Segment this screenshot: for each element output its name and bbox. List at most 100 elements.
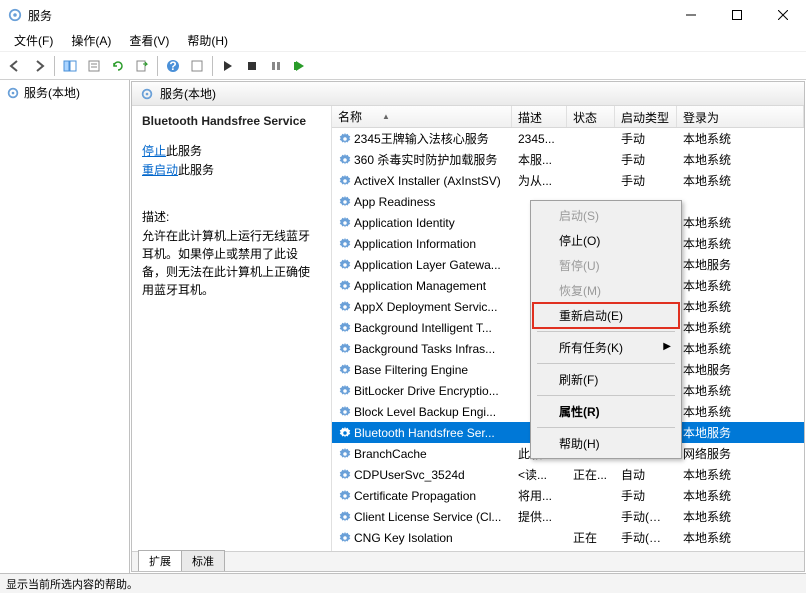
tabs-bar: 扩展 标准 bbox=[132, 551, 804, 571]
service-row[interactable]: Client License Service (Cl...提供...手动(触发.… bbox=[332, 506, 804, 527]
toolbar-separator bbox=[54, 56, 55, 76]
cell-desc: <读... bbox=[512, 466, 567, 483]
cell-name: 2345王牌输入法核心服务 bbox=[332, 130, 512, 147]
col-status[interactable]: 状态 bbox=[567, 106, 615, 127]
service-row[interactable]: CNG Key Isolation正在手动(触发本地系统 bbox=[332, 527, 804, 548]
show-hide-tree-button[interactable] bbox=[59, 55, 81, 77]
menu-bar: 文件(F) 操作(A) 查看(V) 帮助(H) bbox=[0, 30, 806, 52]
stop-service-line: 停止此服务 bbox=[142, 142, 321, 159]
ctx-properties[interactable]: 属性(R) bbox=[533, 399, 679, 424]
cell-logon: 本地系统 bbox=[677, 172, 804, 189]
start-service-button[interactable] bbox=[217, 55, 239, 77]
service-name-text: App Readiness bbox=[354, 195, 435, 209]
stop-suffix: 此服务 bbox=[166, 144, 202, 158]
services-icon bbox=[6, 86, 20, 100]
cell-startup: 手动 bbox=[615, 172, 677, 189]
service-row[interactable]: Certificate Propagation将用...手动本地系统 bbox=[332, 485, 804, 506]
tab-extended[interactable]: 扩展 bbox=[138, 550, 182, 571]
ctx-all-tasks[interactable]: 所有任务(K)▶ bbox=[533, 335, 679, 360]
cell-name: App Readiness bbox=[332, 195, 512, 209]
column-headers: 名称▲ 描述 状态 启动类型 登录为 bbox=[332, 106, 804, 128]
close-button[interactable] bbox=[760, 0, 806, 30]
ctx-refresh[interactable]: 刷新(F) bbox=[533, 367, 679, 392]
ctx-stop[interactable]: 停止(O) bbox=[533, 228, 679, 253]
export-button[interactable] bbox=[131, 55, 153, 77]
service-name-text: Certificate Propagation bbox=[354, 489, 476, 503]
cell-name: BranchCache bbox=[332, 447, 512, 461]
cell-name: 360 杀毒实时防护加载服务 bbox=[332, 151, 512, 168]
selected-service-name: Bluetooth Handsfree Service bbox=[142, 114, 321, 128]
col-startup-type[interactable]: 启动类型 bbox=[615, 106, 677, 127]
col-description[interactable]: 描述 bbox=[512, 106, 567, 127]
service-name-text: Background Tasks Infras... bbox=[354, 342, 495, 356]
properties-button[interactable] bbox=[83, 55, 105, 77]
window-title: 服务 bbox=[28, 7, 668, 24]
cell-name: CDPUserSvc_3524d bbox=[332, 468, 512, 482]
service-name-text: BranchCache bbox=[354, 447, 427, 461]
cell-startup: 手动 bbox=[615, 487, 677, 504]
cell-logon: 本地系统 bbox=[677, 214, 804, 231]
cell-logon: 本地服务 bbox=[677, 361, 804, 378]
menu-file[interactable]: 文件(F) bbox=[6, 30, 61, 51]
detail-panel: Bluetooth Handsfree Service 停止此服务 重启动此服务… bbox=[132, 106, 332, 551]
cell-name: BitLocker Drive Encryptio... bbox=[332, 384, 512, 398]
cell-logon: 本地服务 bbox=[677, 424, 804, 441]
cell-logon: 本地系统 bbox=[677, 466, 804, 483]
help-button[interactable]: ? bbox=[162, 55, 184, 77]
cell-logon: 本地系统 bbox=[677, 319, 804, 336]
cell-desc: 2345... bbox=[512, 132, 567, 146]
service-name-text: 2345王牌输入法核心服务 bbox=[354, 130, 489, 147]
toolbar-separator bbox=[157, 56, 158, 76]
cell-desc: 将用... bbox=[512, 487, 567, 504]
service-row[interactable]: CDPUserSvc_3524d<读...正在...自动本地系统 bbox=[332, 464, 804, 485]
pause-service-button[interactable] bbox=[265, 55, 287, 77]
tree-item-label: 服务(本地) bbox=[24, 84, 80, 101]
restart-suffix: 此服务 bbox=[178, 163, 214, 177]
menu-help[interactable]: 帮助(H) bbox=[179, 30, 236, 51]
forward-button[interactable] bbox=[28, 55, 50, 77]
ctx-separator bbox=[537, 395, 675, 396]
ctx-start[interactable]: 启动(S) bbox=[533, 203, 679, 228]
service-row[interactable]: 360 杀毒实时防护加载服务本服...手动本地系统 bbox=[332, 149, 804, 170]
service-name-text: 360 杀毒实时防护加载服务 bbox=[354, 151, 497, 168]
submenu-arrow-icon: ▶ bbox=[663, 341, 671, 352]
service-name-text: CDPUserSvc_3524d bbox=[354, 468, 465, 482]
menu-view[interactable]: 查看(V) bbox=[121, 30, 177, 51]
stop-service-button[interactable] bbox=[241, 55, 263, 77]
app-icon bbox=[8, 8, 22, 22]
service-row[interactable]: ActiveX Installer (AxInstSV)为从...手动本地系统 bbox=[332, 170, 804, 191]
left-pane: 服务(本地) bbox=[0, 80, 130, 573]
ctx-pause[interactable]: 暂停(U) bbox=[533, 253, 679, 278]
service-row[interactable]: 2345王牌输入法核心服务2345...手动本地系统 bbox=[332, 128, 804, 149]
service-name-text: AppX Deployment Servic... bbox=[354, 300, 497, 314]
tab-standard[interactable]: 标准 bbox=[181, 550, 225, 571]
restart-service-line: 重启动此服务 bbox=[142, 161, 321, 178]
ctx-resume[interactable]: 恢复(M) bbox=[533, 278, 679, 303]
right-pane-header: 服务(本地) bbox=[132, 82, 804, 106]
service-name-text: BitLocker Drive Encryptio... bbox=[354, 384, 499, 398]
ctx-help[interactable]: 帮助(H) bbox=[533, 431, 679, 456]
right-pane: 服务(本地) Bluetooth Handsfree Service 停止此服务… bbox=[131, 81, 805, 572]
back-button[interactable] bbox=[4, 55, 26, 77]
ctx-restart[interactable]: 重新启动(E) bbox=[533, 303, 679, 328]
cell-name: Certificate Propagation bbox=[332, 489, 512, 503]
restart-service-button[interactable] bbox=[289, 55, 311, 77]
menu-action[interactable]: 操作(A) bbox=[63, 30, 119, 51]
cell-name: Background Intelligent T... bbox=[332, 321, 512, 335]
description-label: 描述: bbox=[142, 208, 321, 225]
maximize-button[interactable] bbox=[714, 0, 760, 30]
toolbar: ? bbox=[0, 52, 806, 80]
cell-name: Application Information bbox=[332, 237, 512, 251]
stop-service-link[interactable]: 停止 bbox=[142, 144, 166, 158]
tree-item-services-local[interactable]: 服务(本地) bbox=[0, 80, 129, 105]
toolbar-button[interactable] bbox=[186, 55, 208, 77]
cell-logon: 本地服务 bbox=[677, 256, 804, 273]
minimize-button[interactable] bbox=[668, 0, 714, 30]
restart-service-link[interactable]: 重启动 bbox=[142, 163, 178, 177]
col-name[interactable]: 名称▲ bbox=[332, 106, 512, 127]
cell-desc: 为从... bbox=[512, 172, 567, 189]
cell-name: Background Tasks Infras... bbox=[332, 342, 512, 356]
col-logon-as[interactable]: 登录为 bbox=[677, 106, 804, 127]
service-name-text: Application Layer Gatewa... bbox=[354, 258, 501, 272]
refresh-button[interactable] bbox=[107, 55, 129, 77]
